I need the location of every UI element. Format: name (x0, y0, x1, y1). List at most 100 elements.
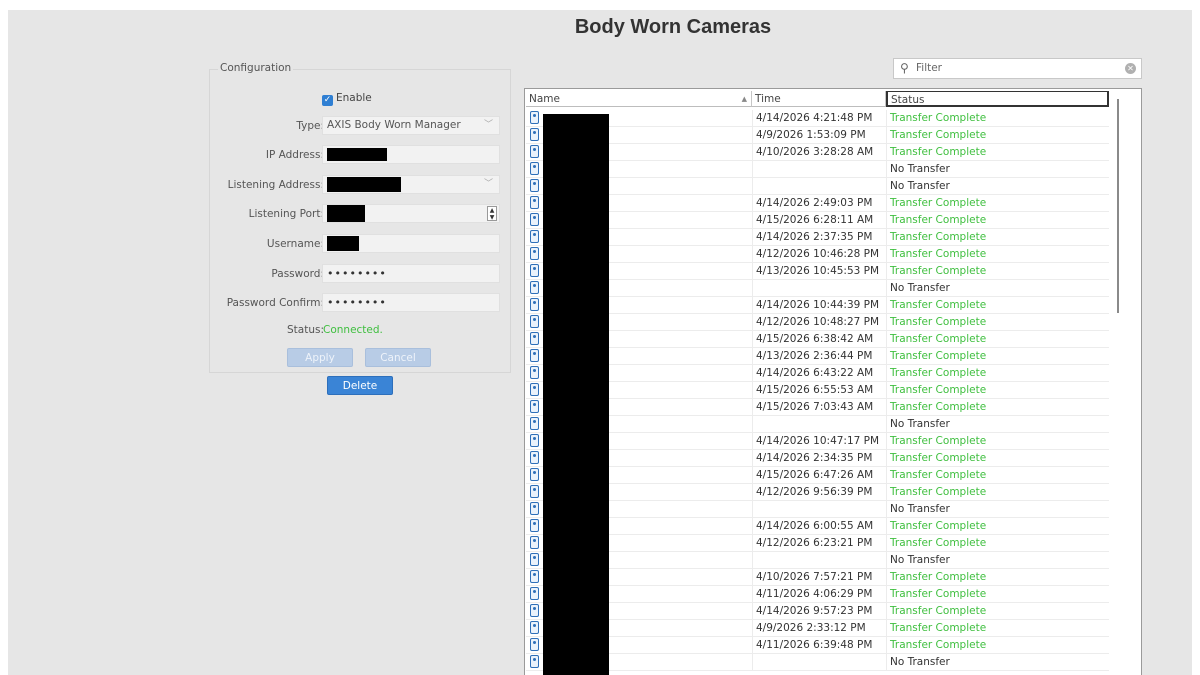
scrollbar-thumb[interactable] (1117, 99, 1119, 313)
listening-port-label: Listening Port: (248, 208, 324, 220)
table-row[interactable]: No Transfer (526, 161, 1109, 178)
table-row[interactable]: 4/15/2026 6:38:42 AM Transfer Complete (526, 331, 1109, 348)
table-row[interactable]: 4/11/2026 6:39:48 PM Transfer Complete (526, 637, 1109, 654)
table-body: 4/14/2026 4:21:48 PM Transfer Complete 4/9… (526, 110, 1109, 671)
clear-icon[interactable]: ✕ (1125, 63, 1136, 74)
connection-status: Connected. (323, 324, 383, 336)
table-row[interactable]: No Transfer (526, 178, 1109, 195)
type-select[interactable]: AXIS Body Worn Manager ﹀ (322, 116, 500, 135)
status-cell: Transfer Complete (886, 263, 1109, 280)
table-row[interactable]: 4/14/2026 9:57:23 PM Transfer Complete (526, 603, 1109, 620)
username-label: Username: (266, 238, 324, 250)
table-row[interactable]: 4/14/2026 2:49:03 PM Transfer Complete (526, 195, 1109, 212)
table-row[interactable]: 4/14/2026 10:47:17 PM Transfer Complete (526, 433, 1109, 450)
table-row[interactable]: 4/9/2026 2:33:12 PM Transfer Complete (526, 620, 1109, 637)
time-cell: 4/12/2026 10:46:28 PM (752, 246, 886, 263)
table-row[interactable]: No Transfer (526, 501, 1109, 518)
filter-input[interactable]: ⚲ Filter ✕ (893, 58, 1142, 79)
table-row[interactable]: 4/12/2026 6:23:21 PM Transfer Complete (526, 535, 1109, 552)
time-cell: 4/9/2026 1:53:09 PM (752, 127, 886, 144)
redacted-ip-address (327, 148, 387, 161)
status-cell: Transfer Complete (886, 535, 1109, 552)
table-row[interactable]: No Transfer (526, 416, 1109, 433)
ip-address-label: IP Address: (265, 149, 324, 161)
time-cell: 4/12/2026 9:56:39 PM (752, 484, 886, 501)
time-cell: 4/12/2026 10:48:27 PM (752, 314, 886, 331)
table-row[interactable]: 4/13/2026 2:36:44 PM Transfer Complete (526, 348, 1109, 365)
camera-icon (530, 315, 539, 328)
time-cell (752, 416, 886, 433)
status-cell: Transfer Complete (886, 212, 1109, 229)
camera-icon (530, 604, 539, 617)
table-row[interactable]: 4/15/2026 6:28:11 AM Transfer Complete (526, 212, 1109, 229)
table-row[interactable]: 4/10/2026 3:28:28 AM Transfer Complete (526, 144, 1109, 161)
password-confirm-input[interactable]: •••••••• (322, 293, 500, 312)
table-row[interactable]: 4/15/2026 6:55:53 AM Transfer Complete (526, 382, 1109, 399)
password-input[interactable]: •••••••• (322, 264, 500, 283)
checkmark-icon: ✓ (322, 95, 333, 106)
status-cell: Transfer Complete (886, 297, 1109, 314)
table-row[interactable]: 4/15/2026 6:47:26 AM Transfer Complete (526, 467, 1109, 484)
table-row[interactable]: 4/12/2026 9:56:39 PM Transfer Complete (526, 484, 1109, 501)
column-header-time[interactable]: Time (752, 91, 886, 107)
table-row[interactable]: 4/13/2026 10:45:53 PM Transfer Complete (526, 263, 1109, 280)
table-header: Name ▲ Time Status (526, 91, 1109, 108)
table-row[interactable]: 4/14/2026 4:21:48 PM Transfer Complete (526, 110, 1109, 127)
table-row[interactable]: No Transfer (526, 552, 1109, 569)
status-cell: No Transfer (886, 552, 1109, 569)
time-cell (752, 280, 886, 297)
time-cell: 4/14/2026 9:57:23 PM (752, 603, 886, 620)
camera-icon (530, 570, 539, 583)
table-row[interactable]: 4/12/2026 10:48:27 PM Transfer Complete (526, 314, 1109, 331)
table-row[interactable]: 4/14/2026 10:44:39 PM Transfer Complete (526, 297, 1109, 314)
stepper-arrows-icon[interactable]: ▲ ▼ (487, 206, 497, 221)
password-value: •••••••• (327, 267, 387, 280)
time-cell: 4/15/2026 6:47:26 AM (752, 467, 886, 484)
table-row[interactable]: 4/10/2026 7:57:21 PM Transfer Complete (526, 569, 1109, 586)
status-label: Status: (287, 324, 324, 336)
listening-port-stepper[interactable]: ▲ ▼ (322, 204, 500, 223)
delete-button[interactable]: Delete (327, 376, 393, 395)
vertical-scrollbar[interactable] (1112, 91, 1126, 675)
ip-address-input[interactable] (322, 145, 500, 164)
password-confirm-value: •••••••• (327, 296, 387, 309)
time-cell (752, 501, 886, 518)
table-row[interactable]: 4/12/2026 10:46:28 PM Transfer Complete (526, 246, 1109, 263)
camera-icon (530, 281, 539, 294)
username-input[interactable] (322, 234, 500, 253)
camera-icon (530, 417, 539, 430)
status-cell: Transfer Complete (886, 484, 1109, 501)
time-cell: 4/14/2026 10:44:39 PM (752, 297, 886, 314)
chevron-down-icon: ﹀ (483, 120, 493, 130)
column-header-status[interactable]: Status (886, 91, 1109, 107)
column-header-status-label: Status (891, 94, 925, 106)
table-row[interactable]: 4/14/2026 2:37:35 PM Transfer Complete (526, 229, 1109, 246)
status-cell: Transfer Complete (886, 569, 1109, 586)
table-row[interactable]: 4/9/2026 1:53:09 PM Transfer Complete (526, 127, 1109, 144)
table-row[interactable]: 4/14/2026 6:43:22 AM Transfer Complete (526, 365, 1109, 382)
apply-button[interactable]: Apply (287, 348, 353, 367)
column-header-name-label: Name (529, 93, 560, 105)
table-row[interactable]: 4/11/2026 4:06:29 PM Transfer Complete (526, 586, 1109, 603)
time-cell: 4/14/2026 2:34:35 PM (752, 450, 886, 467)
column-header-name[interactable]: Name ▲ (526, 91, 752, 107)
camera-icon (530, 655, 539, 668)
enable-checkbox[interactable]: ✓ Enable (322, 92, 372, 106)
table-row[interactable]: 4/14/2026 2:34:35 PM Transfer Complete (526, 450, 1109, 467)
table-row[interactable]: 4/14/2026 6:00:55 AM Transfer Complete (526, 518, 1109, 535)
time-cell: 4/13/2026 10:45:53 PM (752, 263, 886, 280)
camera-icon (530, 434, 539, 447)
cameras-table: Name ▲ Time Status 4/14/2026 4:21:48 PM T… (524, 88, 1142, 675)
status-cell: Transfer Complete (886, 110, 1109, 127)
table-row[interactable]: 4/15/2026 7:03:43 AM Transfer Complete (526, 399, 1109, 416)
time-cell: 4/15/2026 7:03:43 AM (752, 399, 886, 416)
listening-address-select[interactable]: ﹀ (322, 175, 500, 194)
camera-icon (530, 298, 539, 311)
time-cell (752, 178, 886, 195)
cancel-button[interactable]: Cancel (365, 348, 431, 367)
search-icon: ⚲ (900, 61, 909, 75)
camera-icon (530, 264, 539, 277)
table-row[interactable]: No Transfer (526, 280, 1109, 297)
table-row[interactable]: No Transfer (526, 654, 1109, 671)
time-cell (752, 552, 886, 569)
